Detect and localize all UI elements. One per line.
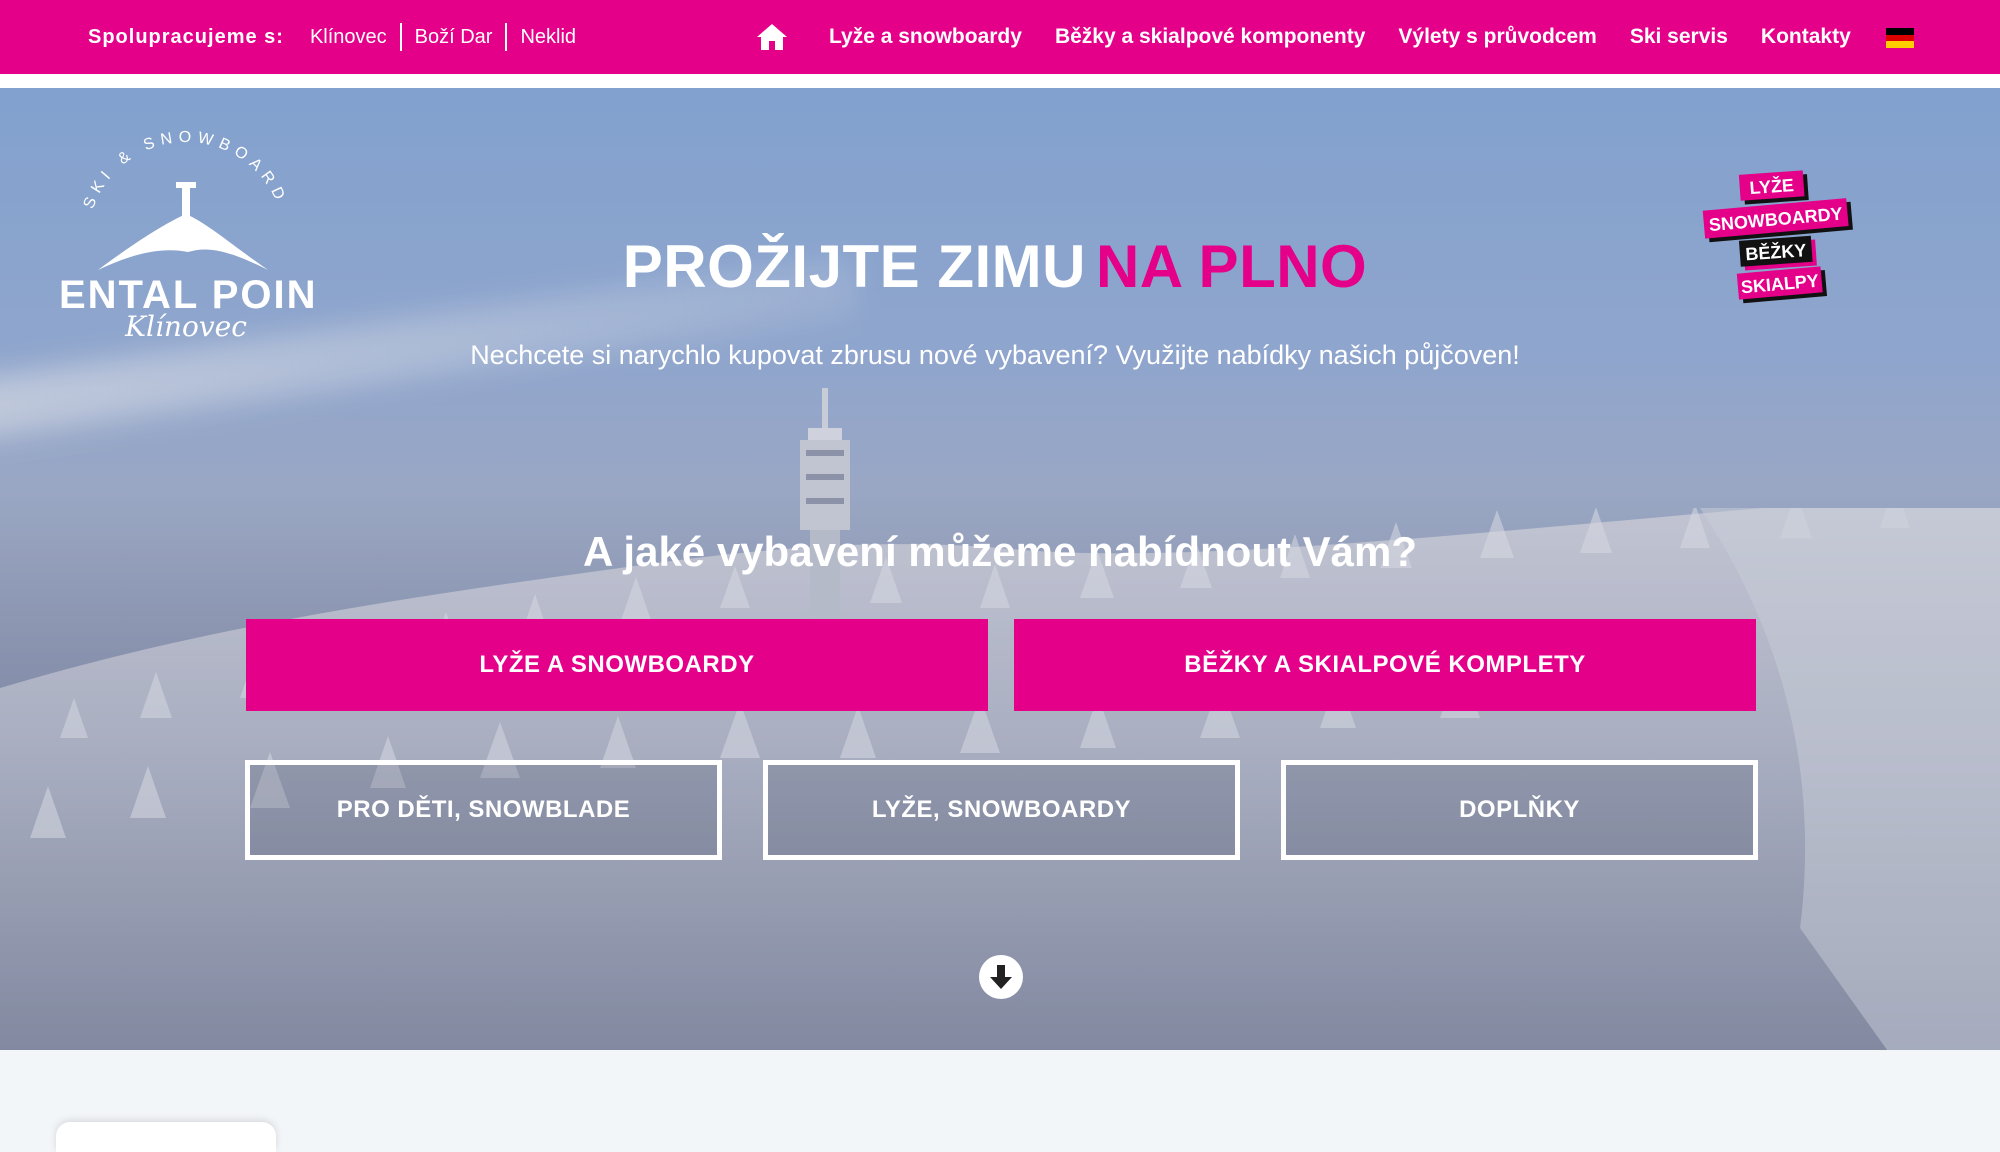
hero-section: SKI & SNOWBOARD RENTAL POINT Klínovec LY…	[0, 88, 2000, 1050]
equipment-question: A jaké vybavení můžeme nabídnout Vám?	[582, 528, 1417, 575]
nav-vylety[interactable]: Výlety s průvodcem	[1398, 25, 1596, 49]
german-flag-icon[interactable]	[1886, 28, 1914, 48]
nav-kontakty[interactable]: Kontakty	[1761, 25, 1851, 49]
hero-headline: PROŽIJTE ZIMU NA PLNO	[0, 232, 1990, 301]
hero-subline: Nechcete si narychlo kupovat zbrusu nové…	[470, 340, 1520, 370]
top-bar: Spolupracujeme s: Klínovec Boží Dar Nekl…	[0, 0, 2000, 88]
partner-link-klinovec[interactable]: Klínovec	[310, 23, 400, 51]
main-nav: Lyže a snowboardy Běžky a skialpové komp…	[755, 0, 1884, 74]
partner-link-neklid[interactable]: Neklid	[505, 23, 589, 51]
skis-snowboards-outline-button[interactable]: LYŽE, SNOWBOARDY	[763, 760, 1240, 860]
arrow-down-circle-icon[interactable]	[979, 955, 1023, 999]
nav-ski-servis[interactable]: Ski servis	[1630, 25, 1728, 49]
partner-link-bozi-dar[interactable]: Boží Dar	[399, 23, 506, 51]
headline-white: PROŽIJTE ZIMU	[622, 233, 1086, 300]
svg-text:Klínovec: Klínovec	[124, 310, 247, 340]
topbar-divider	[0, 74, 2000, 88]
headline-pink: NA PLNO	[1095, 233, 1368, 300]
kids-snowblade-button[interactable]: PRO DĚTI, SNOWBLADE	[245, 760, 722, 860]
nav-bezky-skialpy[interactable]: Běžky a skialpové komponenty	[1055, 25, 1365, 49]
skis-snowboards-button[interactable]: LYŽE A SNOWBOARDY	[246, 619, 988, 711]
cross-country-skialp-button[interactable]: BĚŽKY A SKIALPOVÉ KOMPLETY	[1014, 619, 1756, 711]
accessories-button[interactable]: DOPLŇKY	[1281, 760, 1758, 860]
cookie-consent-tab[interactable]	[56, 1122, 276, 1152]
nav-lyze-snowboardy[interactable]: Lyže a snowboardy	[829, 25, 1022, 49]
partners: Spolupracujeme s: Klínovec Boží Dar Nekl…	[88, 0, 589, 74]
partners-label: Spolupracujeme s:	[88, 25, 284, 48]
home-icon[interactable]	[755, 22, 789, 52]
svg-text:LYŽE: LYŽE	[1749, 174, 1795, 198]
